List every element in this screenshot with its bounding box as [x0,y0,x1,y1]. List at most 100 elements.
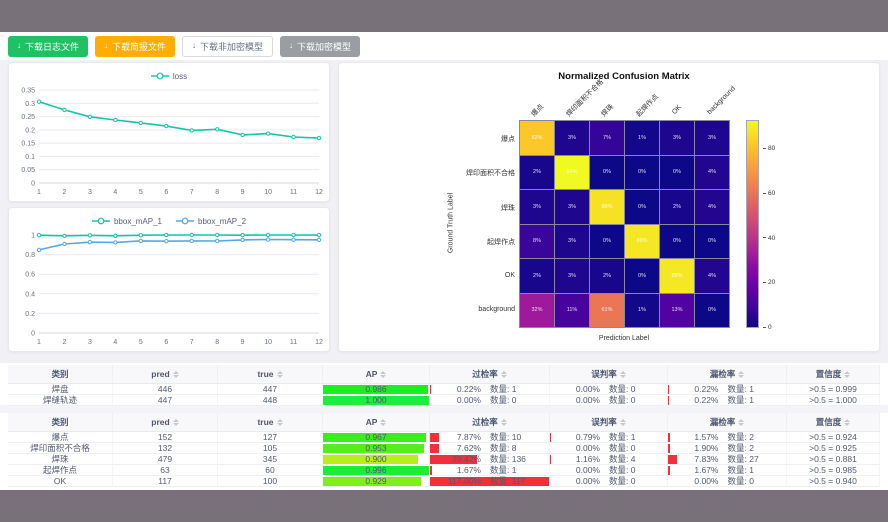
ap-value: 0.953 [323,443,429,453]
misjudge-rate-cell: 0.79%数量: 1 [550,432,668,443]
matrix-cell: 61% [590,294,625,329]
matrix-cell: 0% [590,225,625,260]
rate-values: 1.57%数量: 2 [668,432,786,442]
rate-values: 0.79%数量: 1 [550,432,667,442]
download-unencrypted-model-button[interactable]: ↓ 下载非加密模型 [182,36,273,57]
column-header-置信度[interactable]: 置信度 [787,413,880,431]
column-header-漏检率[interactable]: 漏检率 [668,413,787,431]
sort-caret-icon [501,419,507,426]
column-header-label: AP [366,369,378,379]
loss-chart-card: loss 00.050.10.150.20.250.30.35123456789… [8,62,330,202]
miss-rate-cell: 0.22%数量: 1 [668,384,787,395]
column-header-label: pred [151,417,169,427]
rate-values: 0.00%数量: 0 [550,476,667,486]
matrix-row-label: 焊印面积不合格 [395,168,515,178]
matrix-cell: 1% [625,294,660,329]
svg-text:0.2: 0.2 [25,311,35,318]
rate-values: 1.16%数量: 4 [550,454,667,464]
colorbar-tick: 40 [763,235,775,242]
matrix-cell: 2% [520,156,555,191]
download-log-button[interactable]: ↓ 下载日志文件 [8,36,88,57]
colorbar-tick: 20 [763,279,775,286]
class-metrics-table: 类别 pred trueAP过检率误判率 漏检率 置信度爆点1521270.9677.8… [8,413,880,487]
summary-metrics-table: 类别 pred true AP 过检率 误判率 漏检率 置信度焊盘4464470.9860.2… [8,365,880,406]
column-header-true[interactable]: true [218,365,323,383]
sort-caret-icon [380,419,386,426]
matrix-cell: 3% [555,259,590,294]
table-row: 爆点1521270.9677.87%数量: 100.79%数量: 11.57%数… [8,432,880,443]
column-header-误判率[interactable]: 误判率 [550,413,668,431]
confusion-matrix-grid: 82%3%7%1%3%3%2%93%0%0%0%4%3%3%88%0%2%4%8… [519,120,730,328]
download-encrypted-model-button[interactable]: ↓ 下载加密模型 [280,36,360,57]
column-header-label: 误判率 [591,368,617,380]
download-icon: ↓ [289,42,293,50]
column-header-pred[interactable]: pred [113,365,218,383]
matrix-cell: 2% [660,190,695,225]
matrix-cell: 88% [590,190,625,225]
column-header-label: 漏检率 [710,416,736,428]
matrix-cell: 3% [660,121,695,156]
column-header-true[interactable]: true [218,413,323,431]
legend-label: bbox_mAP_1 [114,217,162,226]
class-name-cell: 焊印面积不合格 [8,443,113,454]
svg-text:12: 12 [315,189,323,196]
matrix-cell: 3% [695,121,730,156]
true-count-cell: 345 [218,454,323,465]
matrix-cell: 82% [520,121,555,156]
window-chrome-bottom [0,490,888,522]
class-name-cell: OK [8,476,113,487]
class-name-cell: 焊缝轨迹 [8,395,113,406]
svg-text:5: 5 [139,339,143,346]
matrix-row-label: OK [395,272,515,279]
true-count-cell: 100 [218,476,323,487]
matrix-cell: 11% [555,294,590,329]
matrix-row-label: 爆点 [395,134,515,144]
table-divider [0,405,888,413]
colorbar-tick: 0 [763,324,772,331]
pred-count-cell: 132 [113,443,218,454]
svg-text:10: 10 [264,339,272,346]
table-row: 焊珠4793450.90039.42%数量: 1361.16%数量: 47.83… [8,454,880,465]
true-count-cell: 447 [218,384,323,395]
matrix-cell: 0% [625,259,660,294]
legend-label: bbox_mAP_2 [198,217,246,226]
column-header-漏检率[interactable]: 漏检率 [668,365,787,383]
column-header-置信度[interactable]: 置信度 [787,365,880,383]
column-header-AP[interactable]: AP [323,413,430,431]
legend-item-bbox_mAP_1[interactable]: bbox_mAP_1 [92,217,162,226]
confusion-matrix-title: Normalized Confusion Matrix [469,71,779,82]
miss-rate-cell: 7.83%数量: 27 [668,454,787,465]
dashboard-content: loss 00.050.10.150.20.250.30.35123456789… [0,60,888,363]
matrix-col-label: OK [671,104,683,116]
matrix-cell: 3% [555,190,590,225]
column-header-过检率[interactable]: 过检率 [430,413,550,431]
ap-value: 0.929 [323,476,429,486]
column-header-label: 类别 [51,416,68,428]
rate-values: 0.00%数量: 0 [668,476,786,486]
sort-caret-icon [620,371,626,378]
map-chart-legend: bbox_mAP_1 bbox_mAP_2 [9,214,329,228]
column-header-label: 置信度 [816,368,842,380]
column-header-误判率[interactable]: 误判率 [550,365,668,383]
matrix-cell: 93% [555,156,590,191]
sort-caret-icon [844,371,850,378]
ap-value: 1.000 [323,395,429,405]
sort-caret-icon [277,371,283,378]
svg-text:2: 2 [63,339,67,346]
matrix-cell: 13% [660,294,695,329]
legend-item-bbox_mAP_2[interactable]: bbox_mAP_2 [176,217,246,226]
misjudge-rate-cell: 0.00%数量: 0 [550,465,668,476]
column-header-AP[interactable]: AP [323,365,430,383]
download-report-button[interactable]: ↓ 下载简报文件 [95,36,175,57]
button-label: 下载日志文件 [25,40,79,53]
true-count-cell: 127 [218,432,323,443]
overdetect-rate-cell: 1.67%数量: 1 [430,465,550,476]
column-header-label: 类别 [51,368,68,380]
sort-caret-icon [844,419,850,426]
matrix-cell: 2% [520,259,555,294]
column-header-过检率[interactable]: 过检率 [430,365,550,383]
table-row: 焊盘4464470.9860.22%数量: 10.00%数量: 00.22%数量… [8,384,880,395]
column-header-label: true [257,369,273,379]
column-header-pred[interactable]: pred [113,413,218,431]
legend-item-loss[interactable]: loss [151,72,187,81]
